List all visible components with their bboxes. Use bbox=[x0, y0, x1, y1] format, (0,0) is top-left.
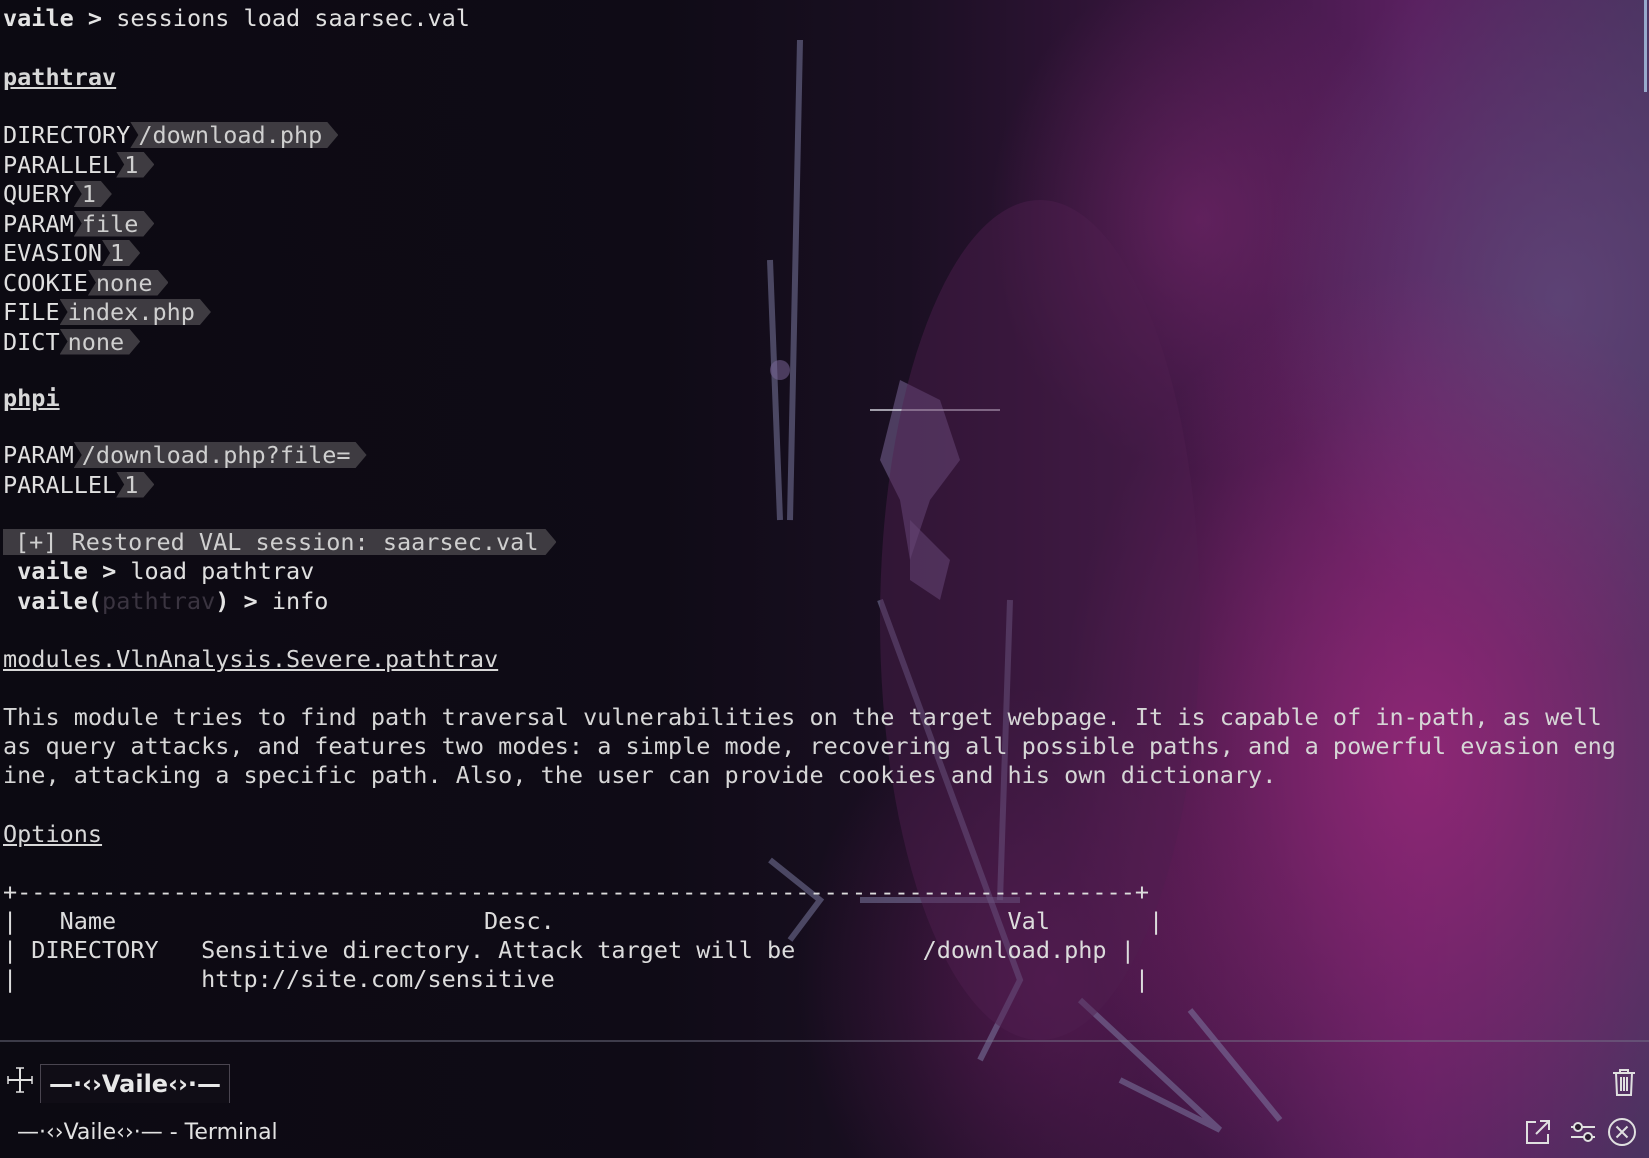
tab-bar-divider bbox=[0, 1040, 1649, 1042]
options-table-row: | http://site.com/sensitive | bbox=[3, 965, 1150, 993]
option-key: DICT bbox=[3, 327, 60, 356]
description-line: This module tries to find path traversal… bbox=[3, 703, 1602, 731]
option-key: EVASION bbox=[3, 239, 103, 267]
option-row: QUERY 1 bbox=[3, 179, 112, 210]
plus-icon bbox=[7, 1067, 33, 1093]
options-table-row: | DIRECTORY Sensitive directory. Attack … bbox=[3, 936, 1135, 964]
option-value: /download.php bbox=[130, 122, 338, 148]
prompt: vaile bbox=[3, 4, 74, 32]
new-tab-button[interactable] bbox=[4, 1064, 36, 1096]
section-heading-pathtrav: pathtrav bbox=[3, 63, 117, 91]
command-line-2: vaile > load pathtrav bbox=[17, 557, 315, 585]
option-key: PARAM bbox=[3, 209, 74, 238]
terminal-window: vaile > sessions load saarsec.val pathtr… bbox=[0, 0, 1649, 1158]
command-text: sessions load saarsec.val bbox=[116, 4, 470, 32]
options-heading: Options bbox=[3, 820, 103, 848]
option-key: COOKIE bbox=[3, 268, 88, 297]
option-value: none bbox=[88, 270, 169, 296]
option-row: PARALLEL 1 bbox=[3, 150, 154, 181]
option-key: PARALLEL bbox=[3, 470, 117, 499]
close-circle-icon bbox=[1608, 1118, 1636, 1146]
option-value: 1 bbox=[102, 240, 140, 266]
option-value: index.php bbox=[60, 299, 211, 325]
tab-bar: —·‹›Vaile‹›·— bbox=[0, 1040, 1649, 1103]
option-row: FILE index.php bbox=[3, 297, 211, 328]
option-value: file bbox=[74, 211, 155, 237]
open-external-button[interactable] bbox=[1522, 1116, 1554, 1148]
section-heading-phpi: phpi bbox=[3, 384, 60, 412]
settings-button[interactable] bbox=[1567, 1116, 1599, 1148]
close-tab-button[interactable] bbox=[1609, 1066, 1639, 1098]
terminal-scrollbar[interactable] bbox=[1644, 0, 1647, 92]
option-row: COOKIE none bbox=[3, 268, 168, 299]
option-row: PARAM/download.php?file= bbox=[3, 440, 367, 471]
restored-session-message: [+] Restored VAL session: saarsec.val bbox=[3, 527, 556, 558]
option-row: DIRECTORY/download.php bbox=[3, 120, 338, 151]
close-button[interactable] bbox=[1606, 1116, 1638, 1148]
option-value: 1 bbox=[116, 472, 154, 498]
options-table-border: +---------------------------------------… bbox=[3, 878, 1150, 906]
sliders-icon bbox=[1571, 1122, 1595, 1142]
option-key: PARALLEL bbox=[3, 150, 117, 179]
command-line-3: vaile(pathtrav) > info bbox=[17, 587, 329, 615]
description-line: as query attacks, and features two modes… bbox=[3, 732, 1616, 760]
module-path: modules.VlnAnalysis.Severe.pathtrav bbox=[3, 645, 499, 673]
option-key: PARAM bbox=[3, 441, 74, 469]
open-external-icon bbox=[1526, 1120, 1550, 1144]
module-name: pathtrav bbox=[102, 587, 216, 615]
option-value: /download.php?file= bbox=[74, 442, 367, 468]
option-value: 1 bbox=[116, 152, 154, 178]
trash-icon bbox=[1613, 1069, 1635, 1096]
description-line: ine, attacking a specific path. Also, th… bbox=[3, 761, 1277, 789]
option-row: PARALLEL 1 bbox=[3, 470, 154, 501]
option-key: DIRECTORY bbox=[3, 121, 131, 149]
option-key: QUERY bbox=[3, 180, 74, 208]
options-table-header: | Name Desc. Val | bbox=[3, 907, 1164, 935]
command-line-1: vaile > sessions load saarsec.val bbox=[3, 4, 470, 32]
option-key: FILE bbox=[3, 298, 60, 326]
status-bar: —·‹›Vaile‹›·— - Terminal bbox=[0, 1098, 1649, 1158]
option-row: PARAM file bbox=[3, 209, 154, 240]
option-row: EVASION 1 bbox=[3, 238, 140, 269]
option-value: none bbox=[60, 329, 141, 355]
window-title: —·‹›Vaile‹›·— - Terminal bbox=[17, 1120, 278, 1145]
option-row: DICT none bbox=[3, 327, 140, 358]
terminal-output[interactable]: vaile > sessions load saarsec.val pathtr… bbox=[0, 0, 1649, 1040]
option-value: 1 bbox=[74, 181, 112, 207]
